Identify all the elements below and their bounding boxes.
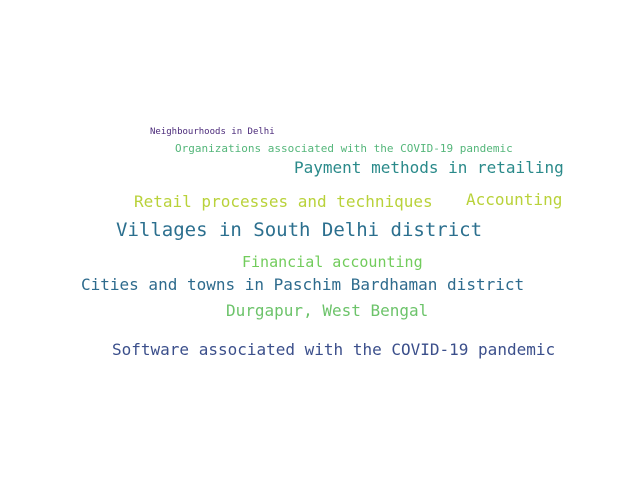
word-neighbourhoods-in-delhi: Neighbourhoods in Delhi: [150, 127, 275, 137]
word-cities-and-towns-paschim-bardhaman: Cities and towns in Paschim Bardhaman di…: [81, 275, 525, 294]
word-financial-accounting: Financial accounting: [242, 253, 423, 271]
word-accounting: Accounting: [466, 190, 563, 209]
word-villages-in-south-delhi-district: Villages in South Delhi district: [116, 219, 483, 241]
word-payment-methods-in-retailing: Payment methods in retailing: [294, 158, 564, 177]
word-organizations-covid19: Organizations associated with the COVID-…: [175, 142, 513, 155]
word-software-covid19: Software associated with the COVID-19 pa…: [112, 340, 556, 359]
word-durgapur-west-bengal: Durgapur, West Bengal: [226, 301, 429, 320]
word-retail-processes-and-techniques: Retail processes and techniques: [134, 192, 433, 211]
word-cloud: Neighbourhoods in Delhi Organizations as…: [0, 0, 640, 480]
